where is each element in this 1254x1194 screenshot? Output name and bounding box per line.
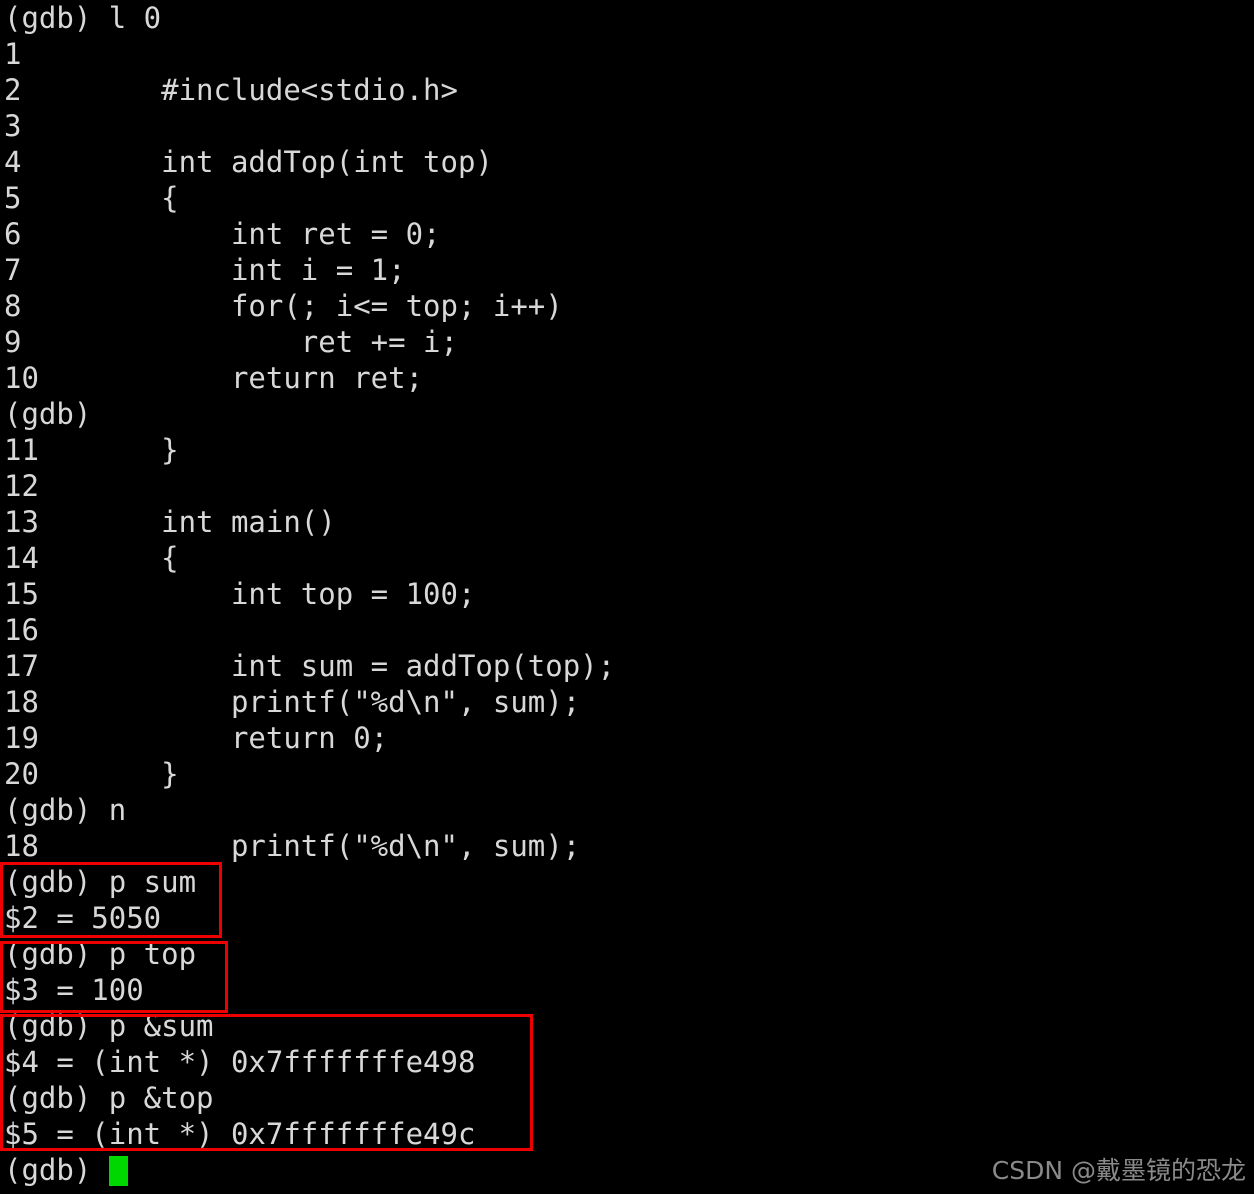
terminal-line: 1 — [4, 37, 22, 71]
terminal-line: 6 int ret = 0; — [4, 217, 441, 251]
terminal-line: (gdb) l 0 — [4, 1, 162, 35]
terminal-line: (gdb) n — [4, 793, 127, 827]
terminal-line: 13 int main() — [4, 505, 336, 539]
csdn-watermark: CSDN @戴墨镜的恐龙 — [991, 1156, 1246, 1185]
terminal-line: 3 — [4, 109, 22, 143]
terminal-line: (gdb) — [4, 397, 92, 431]
terminal-line: 8 for(; i<= top; i++) — [4, 289, 563, 323]
terminal-line: 17 int sum = addTop(top); — [4, 649, 616, 683]
terminal-line: (gdb) p sum — [4, 865, 197, 899]
terminal-line: 7 int i = 1; — [4, 253, 406, 287]
terminal-line: 12 — [4, 469, 39, 503]
terminal-line: 10 return ret; — [4, 361, 424, 395]
terminal-line: (gdb) p top — [4, 937, 197, 971]
terminal-line: 19 return 0; — [4, 721, 389, 755]
terminal-line: 9 ret += i; — [4, 325, 458, 359]
terminal-output: (gdb) l 012 #include<stdio.h> 3 4 int addT… — [4, 0, 1254, 1188]
terminal-line: (gdb) p &sum — [4, 1009, 214, 1043]
terminal-line: 20 } — [4, 757, 179, 791]
terminal-line: 4 int addTop(int top) — [4, 145, 493, 179]
terminal-line: 2 #include<stdio.h> — [4, 73, 458, 107]
terminal-line: (gdb) p &top — [4, 1081, 214, 1115]
terminal-line: 14 { — [4, 541, 179, 575]
terminal-line: 18 printf("%d\n", sum); — [4, 685, 581, 719]
terminal-line: $4 = (int *) 0x7fffffffe498 — [4, 1045, 476, 1079]
terminal-line: $2 = 5050 — [4, 901, 162, 935]
terminal-window[interactable]: (gdb) l 012 #include<stdio.h> 3 4 int addT… — [0, 0, 1254, 1194]
terminal-line: 11 } — [4, 433, 179, 467]
text-cursor — [108, 1156, 128, 1186]
terminal-line: 15 int top = 100; — [4, 577, 476, 611]
terminal-line: $3 = 100 — [4, 973, 144, 1007]
terminal-line: 16 — [4, 613, 39, 647]
terminal-line: 5 { — [4, 181, 179, 215]
terminal-line: $5 = (int *) 0x7fffffffe49c — [4, 1117, 476, 1151]
terminal-line: 18 printf("%d\n", sum); — [4, 829, 581, 863]
